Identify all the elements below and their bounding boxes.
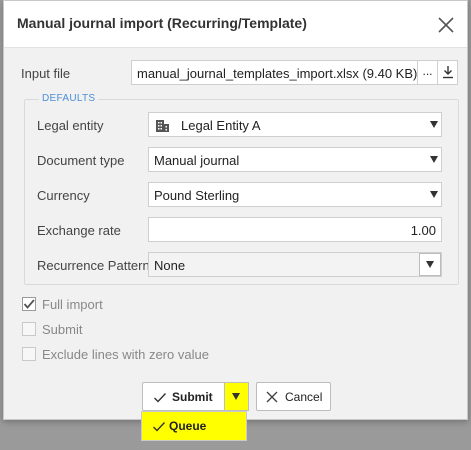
check-icon [154, 393, 167, 403]
browse-button[interactable]: ... [417, 61, 437, 84]
currency-value: Pound Sterling [154, 188, 240, 203]
chevron-down-icon [430, 191, 438, 198]
legal-entity-select[interactable]: Legal Entity A [148, 112, 442, 137]
input-file-field[interactable]: manual_journal_templates_import.xlsx (9.… [131, 60, 458, 85]
input-file-value: manual_journal_templates_import.xlsx (9.… [137, 66, 418, 81]
submit-label: Submit [172, 390, 213, 404]
submit-option-label: Submit [42, 322, 83, 337]
download-icon[interactable] [437, 61, 457, 84]
legal-entity-value: Legal Entity A [181, 118, 261, 133]
chevron-down-icon [430, 156, 438, 163]
cancel-label: Cancel [285, 390, 323, 404]
exclude-zero-label: Exclude lines with zero value [42, 347, 209, 362]
exchange-rate-value: 1.00 [410, 223, 436, 238]
exchange-rate-label: Exchange rate [37, 223, 121, 238]
defaults-legend: DEFAULTS [39, 93, 99, 104]
recurrence-pattern-select[interactable]: None [148, 252, 442, 277]
legal-entity-label: Legal entity [37, 118, 104, 133]
close-icon [266, 391, 278, 403]
currency-label: Currency [37, 188, 90, 203]
chevron-down-icon [232, 393, 240, 400]
cancel-button[interactable]: Cancel [256, 382, 331, 411]
import-dialog: Manual journal import (Recurring/Templat… [3, 0, 468, 420]
full-import-checkbox[interactable] [22, 297, 36, 311]
building-icon [155, 118, 170, 135]
full-import-label: Full import [42, 297, 103, 312]
currency-select[interactable]: Pound Sterling [148, 182, 442, 207]
dialog-titlebar: Manual journal import (Recurring/Templat… [4, 1, 467, 48]
exchange-rate-input[interactable]: 1.00 [148, 217, 442, 242]
check-icon [153, 422, 166, 432]
chevron-down-button[interactable] [419, 253, 441, 276]
dialog-title: Manual journal import (Recurring/Templat… [17, 15, 307, 31]
document-type-select[interactable]: Manual journal [148, 147, 442, 172]
document-type-label: Document type [37, 153, 125, 168]
browse-label: ... [422, 64, 433, 78]
menu-item-queue[interactable]: Queue [142, 412, 246, 440]
exclude-zero-checkbox[interactable] [22, 347, 36, 361]
close-icon[interactable] [435, 14, 457, 36]
submit-button[interactable]: Submit [142, 382, 249, 411]
input-file-label: Input file [21, 66, 71, 81]
recurrence-pattern-label: Recurrence Pattern [37, 258, 150, 273]
check-icon [23, 299, 35, 309]
chevron-down-icon [430, 121, 438, 128]
submit-checkbox[interactable] [22, 322, 36, 336]
chevron-down-icon [426, 261, 434, 268]
document-type-value: Manual journal [154, 153, 240, 168]
recurrence-pattern-value: None [154, 258, 186, 273]
menu-item-label: Queue [169, 419, 207, 433]
submit-dropdown-toggle[interactable] [224, 382, 249, 411]
submit-dropdown-menu: Queue [141, 411, 247, 441]
